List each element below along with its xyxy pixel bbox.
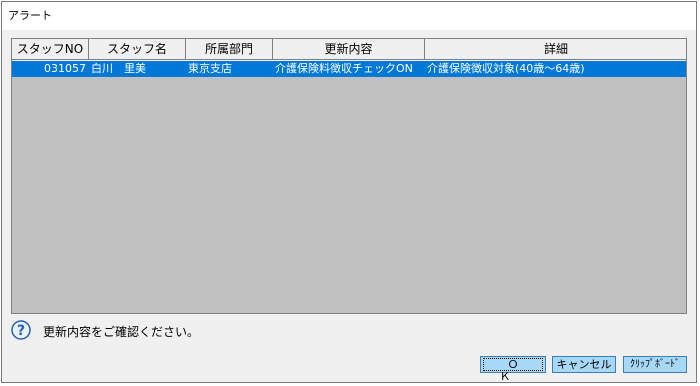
cell-update[interactable]: 介護保険料徴収チェックON — [274, 61, 425, 77]
svg-text:?: ? — [17, 323, 25, 339]
cancel-button[interactable]: キャンセル — [552, 356, 616, 373]
clipboard-button[interactable]: ｸﾘｯﾌﾟﾎﾞｰﾄﾞ — [623, 356, 687, 373]
alert-window: アラート スタッフNO スタッフ名 所属部門 更新内容 詳細 031057 白川… — [1, 1, 697, 383]
column-header-staff-name[interactable]: スタッフ名 — [89, 39, 186, 60]
table-row-selected[interactable]: 031057 白川 里美 東京支店 介護保険料徴収チェックON 介護保険徴収対象… — [12, 61, 686, 77]
window-title: アラート — [8, 9, 52, 22]
cell-staff-name[interactable]: 白川 里美 — [90, 61, 186, 77]
alert-grid[interactable]: スタッフNO スタッフ名 所属部門 更新内容 詳細 031057 白川 里美 東… — [11, 38, 687, 314]
column-header-staff-no[interactable]: スタッフNO — [12, 39, 89, 60]
cell-department[interactable]: 東京支店 — [187, 61, 273, 77]
ok-button-label: ＯＫ — [483, 358, 543, 383]
status-message: 更新内容をご確認ください。 — [43, 325, 200, 339]
column-header-update[interactable]: 更新内容 — [273, 39, 425, 60]
title-bar: アラート — [2, 2, 696, 30]
grid-header: スタッフNO スタッフ名 所属部門 更新内容 詳細 — [12, 39, 686, 61]
question-icon: ? — [11, 320, 31, 340]
ok-button[interactable]: ＯＫ — [480, 356, 546, 383]
column-header-department[interactable]: 所属部門 — [186, 39, 273, 60]
cell-detail[interactable]: 介護保険徴収対象(40歳～64歳) — [426, 61, 686, 77]
cell-staff-no[interactable]: 031057 — [12, 61, 88, 77]
status-area: ? 更新内容をご確認ください。 — [11, 320, 411, 342]
column-header-detail[interactable]: 詳細 — [425, 39, 686, 60]
